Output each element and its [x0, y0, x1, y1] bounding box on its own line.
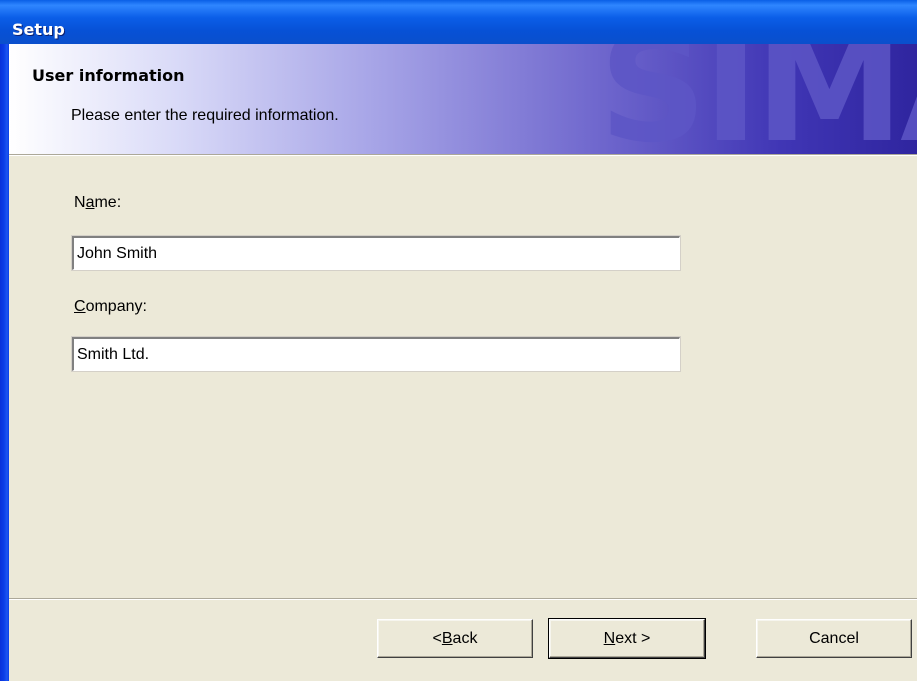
- footer-divider: [9, 598, 917, 600]
- page-subtitle: Please enter the required information.: [71, 107, 339, 124]
- name-label: Name:: [74, 194, 122, 211]
- cancel-button[interactable]: Cancel: [756, 619, 912, 658]
- banner-logo-watermark: SIMA: [599, 44, 917, 154]
- company-label: Company:: [74, 298, 147, 315]
- company-input[interactable]: [71, 336, 681, 372]
- title-bar[interactable]: Setup: [0, 0, 917, 44]
- window-left-border: [0, 0, 9, 681]
- setup-window: Setup SIMA User information Please enter…: [0, 0, 917, 681]
- name-input[interactable]: [71, 235, 681, 271]
- back-button[interactable]: < Back: [377, 619, 533, 658]
- next-button[interactable]: Next >: [548, 618, 706, 659]
- header-banner: SIMA User information Please enter the r…: [9, 44, 917, 154]
- header-divider: [9, 154, 917, 156]
- window-title: Setup: [12, 20, 65, 39]
- page-title: User information: [32, 66, 185, 85]
